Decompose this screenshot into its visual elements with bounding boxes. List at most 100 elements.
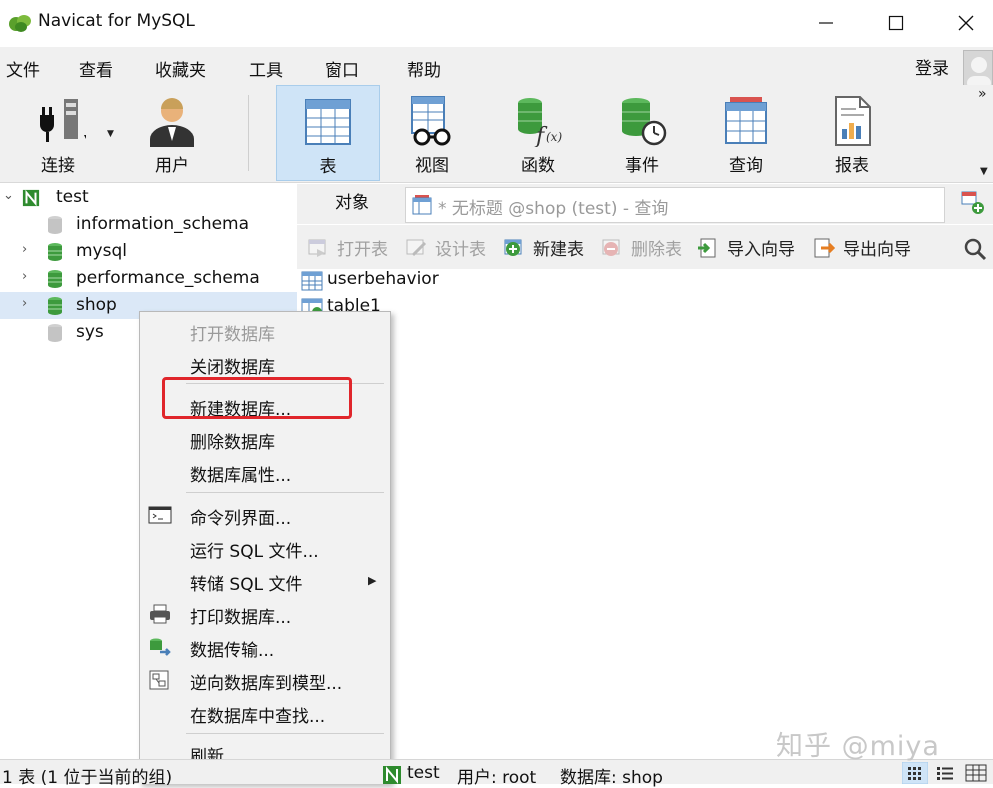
window-title: Navicat for MySQL bbox=[38, 11, 195, 31]
tree-db-information-schema[interactable]: information_schema bbox=[0, 211, 297, 238]
ctx-reverse-to-model[interactable]: 逆向数据库到模型... bbox=[140, 665, 390, 695]
ctx-label: 在数据库中查找... bbox=[190, 707, 326, 727]
tree-label: performance_schema bbox=[76, 268, 260, 288]
new-tab-icon[interactable] bbox=[960, 190, 986, 216]
event-button[interactable]: 事件 bbox=[590, 85, 694, 181]
ctx-database-properties[interactable]: 数据库属性... bbox=[140, 457, 390, 487]
ctx-find-in-database[interactable]: 在数据库中查找... bbox=[140, 698, 390, 728]
printer-icon bbox=[150, 604, 170, 624]
connect-label: 连接 bbox=[41, 156, 75, 176]
tree-connection-test[interactable]: ⌄ test bbox=[0, 184, 297, 211]
minimize-icon bbox=[819, 22, 833, 24]
close-button[interactable] bbox=[946, 8, 986, 38]
main-toolbar: 连接 ▼ 用户 表 视图 f (x) 函数 事件 查询 报表 » ▼ bbox=[0, 85, 993, 183]
ctx-command-line[interactable]: 命令列界面... bbox=[140, 500, 390, 530]
ctx-label: 命令列界面... bbox=[190, 509, 292, 529]
collapse-arrow-icon[interactable]: ⌄ bbox=[3, 188, 14, 203]
menu-tools[interactable]: 工具 bbox=[249, 56, 283, 81]
view-label: 视图 bbox=[415, 156, 449, 176]
menu-favorites[interactable]: 收藏夹 bbox=[155, 56, 206, 81]
ctx-label: 删除数据库 bbox=[190, 433, 275, 453]
user-label: 用户 bbox=[155, 156, 189, 176]
console-icon bbox=[148, 506, 172, 524]
tree-label: test bbox=[56, 187, 89, 207]
object-list: userbehavior table1 bbox=[297, 269, 993, 759]
login-link[interactable]: 登录 bbox=[915, 54, 949, 79]
tab-query[interactable]: * 无标题 @shop (test) - 查询 bbox=[405, 187, 945, 223]
database-gray-icon bbox=[48, 324, 62, 342]
ctx-open-database[interactable]: 打开数据库 bbox=[140, 316, 390, 346]
menu-window[interactable]: 窗口 bbox=[325, 56, 359, 81]
table-label: 表 bbox=[319, 157, 337, 177]
import-wizard-label: 导入向导 bbox=[727, 240, 795, 260]
design-table-label: 设计表 bbox=[435, 240, 486, 260]
detail-view-icon[interactable] bbox=[962, 762, 990, 784]
avatar[interactable] bbox=[963, 50, 993, 86]
expand-arrow-icon[interactable]: › bbox=[22, 269, 27, 284]
ctx-label: 关闭数据库 bbox=[190, 358, 275, 378]
ctx-run-sql-file[interactable]: 运行 SQL 文件... bbox=[140, 533, 390, 563]
query-button[interactable]: 查询 bbox=[694, 85, 798, 181]
toolbar-more-icon[interactable]: » bbox=[978, 86, 987, 102]
tree-db-mysql[interactable]: › mysql bbox=[0, 238, 297, 265]
event-label: 事件 bbox=[625, 156, 659, 176]
database-icon bbox=[48, 297, 62, 315]
connect-button[interactable]: 连接 bbox=[6, 85, 110, 181]
expand-arrow-icon[interactable]: › bbox=[22, 242, 27, 257]
ctx-delete-database[interactable]: 删除数据库 bbox=[140, 424, 390, 454]
database-icon bbox=[48, 243, 62, 261]
toolbar-dropdown-icon[interactable]: ▼ bbox=[980, 166, 988, 177]
list-view-icon[interactable] bbox=[932, 762, 958, 784]
title-bar: Navicat for MySQL bbox=[0, 0, 993, 47]
data-transfer-icon bbox=[150, 638, 171, 656]
tab-bar: 对象 * 无标题 @shop (test) - 查询 bbox=[297, 184, 993, 224]
new-table-label: 新建表 bbox=[533, 240, 584, 260]
event-icon bbox=[622, 98, 667, 146]
user-button[interactable]: 用户 bbox=[120, 85, 224, 181]
view-button[interactable]: 视图 bbox=[380, 85, 484, 181]
expand-arrow-icon[interactable]: › bbox=[22, 296, 27, 311]
tree-db-performance-schema[interactable]: › performance_schema bbox=[0, 265, 297, 292]
minimize-button[interactable] bbox=[806, 8, 846, 38]
table-icon bbox=[305, 99, 351, 145]
menu-file[interactable]: 文件 bbox=[6, 56, 40, 81]
tree-label: mysql bbox=[76, 241, 127, 261]
menu-help[interactable]: 帮助 bbox=[407, 56, 441, 81]
function-button[interactable]: f (x) 函数 bbox=[486, 85, 590, 181]
object-toolbar: 打开表 设计表 新建表 删除表 导入向导 导出向导 bbox=[297, 225, 993, 269]
ctx-label: 数据库属性... bbox=[190, 466, 292, 486]
search-icon[interactable] bbox=[962, 236, 988, 262]
ctx-label: 打印数据库... bbox=[190, 608, 292, 628]
export-wizard-label: 导出向导 bbox=[843, 240, 911, 260]
function-label: 函数 bbox=[521, 156, 555, 176]
toolbar-separator bbox=[248, 95, 249, 171]
new-table-icon bbox=[504, 239, 522, 256]
delete-table-label: 删除表 bbox=[631, 240, 682, 260]
grid-view-icon[interactable] bbox=[902, 762, 928, 784]
user-avatar-icon bbox=[967, 57, 991, 85]
ctx-print-database[interactable]: 打印数据库... bbox=[140, 599, 390, 629]
ctx-close-database[interactable]: 关闭数据库 bbox=[140, 349, 390, 379]
menu-bar: 文件 查看 收藏夹 工具 窗口 帮助 登录 bbox=[0, 47, 993, 85]
report-button[interactable]: 报表 bbox=[800, 85, 904, 181]
open-table-icon bbox=[308, 239, 326, 257]
user-icon bbox=[150, 98, 194, 147]
menu-view[interactable]: 查看 bbox=[79, 56, 113, 81]
maximize-icon bbox=[888, 15, 904, 31]
ctx-dump-sql-file[interactable]: 转储 SQL 文件 ▶ bbox=[140, 566, 390, 596]
ctx-data-transfer[interactable]: 数据传输... bbox=[140, 632, 390, 662]
ctx-separator bbox=[186, 492, 384, 493]
report-label: 报表 bbox=[835, 156, 869, 176]
tab-objects[interactable]: 对象 bbox=[297, 184, 407, 224]
table-button[interactable]: 表 bbox=[276, 85, 380, 181]
svg-text:(x): (x) bbox=[546, 130, 562, 144]
connect-dropdown-icon[interactable]: ▼ bbox=[107, 129, 114, 139]
tab-query-label: * 无标题 @shop (test) - 查询 bbox=[438, 199, 669, 219]
import-icon bbox=[698, 238, 716, 258]
delete-table-icon bbox=[602, 239, 620, 256]
function-icon: f (x) bbox=[518, 98, 562, 147]
maximize-button[interactable] bbox=[876, 8, 916, 38]
query-label: 查询 bbox=[729, 156, 763, 176]
connection-icon bbox=[22, 189, 40, 207]
tree-label: information_schema bbox=[76, 214, 250, 234]
